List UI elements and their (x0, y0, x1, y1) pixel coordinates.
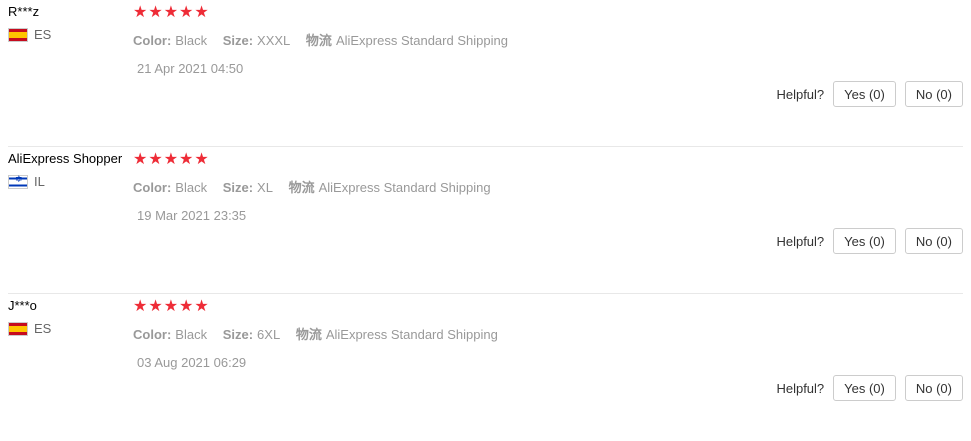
sku-info: Color: Black Size: XL 物流 AliExpress Standar… (133, 177, 503, 196)
star-icon: ★ (133, 4, 148, 21)
review-item: AliExpress Shopper IL ★ ★ ★ ★ ★ Color:Bl… (8, 147, 963, 294)
reviewer-info: J***o ES (8, 298, 133, 336)
star-icon: ★ (163, 298, 179, 315)
review-date: 21 Apr 2021 04:50 (137, 61, 244, 76)
size-value: 6XL (257, 327, 281, 342)
helpful-controls: Helpful? Yes (0) No (0) (776, 81, 963, 107)
sku-info: Color: Black Size: XXXL 物流 AliExpress Stand… (133, 30, 520, 49)
review-feedback: ★ ★ ★ ★ ★ Color: Black Size: 6XL 物流 AliExpr… (133, 294, 510, 370)
color-value: Black (175, 327, 208, 342)
review-item: J***o ES ★ ★ ★ ★ ★ Color: Black Size: 6XL … (8, 294, 963, 441)
reviewer-info: R***z ES (8, 4, 133, 42)
star-icon: ★ (148, 4, 163, 21)
review-feedback: ★ ★ ★ ★ ★ Color: Black Size: XL 物流 AliExpre… (133, 147, 503, 223)
logistics-value: AliExpress Standard Shipping (335, 33, 508, 48)
country-code: ES (34, 27, 52, 42)
sku-info: Color: Black Size: 6XL 物流 AliExpress Standa… (133, 324, 510, 343)
logistics-label: 物流 (295, 327, 322, 342)
star-icon: ★ (148, 298, 163, 315)
star-icon: ★ (194, 298, 209, 315)
reviewer-name: AliExpress Shopper (8, 151, 123, 166)
star-icon: ★ (179, 4, 194, 21)
country-code: ES (34, 321, 52, 336)
star-icon: ★ (194, 4, 209, 21)
reviewer-country: ES (8, 321, 133, 336)
star-icon: ★ (133, 151, 148, 168)
logistics-label: 物流 (305, 33, 332, 48)
logistics-value: AliExpress Standard Shipping (318, 180, 491, 195)
helpful-yes-button[interactable]: Yes (0) (833, 228, 896, 254)
star-icon: ★ (133, 298, 148, 315)
spain-flag-icon (8, 27, 28, 42)
review-feedback: ★ ★ ★ ★ ★ Color: Black Size: XXXL 物流 AliExp… (133, 0, 520, 76)
star-rating: ★ ★ ★ ★ ★ (133, 4, 520, 22)
star-icon: ★ (179, 151, 194, 168)
color-value: Black (175, 180, 208, 195)
size-label: Size: (222, 33, 254, 48)
review-date: 03 Aug 2021 06:29 (137, 355, 247, 370)
helpful-no-button[interactable]: No (0) (904, 228, 963, 254)
helpful-controls: Helpful? Yes (0) No (0) (776, 375, 963, 401)
logistics-label: 物流 (288, 180, 315, 195)
star-icon: ★ (163, 4, 179, 21)
review-date: 19 Mar 2021 23:35 (137, 208, 247, 223)
star-icon: ★ (163, 151, 179, 168)
size-label: Size: (222, 180, 254, 195)
helpful-no-button[interactable]: No (0) (904, 375, 963, 401)
spain-flag-icon (8, 321, 28, 336)
helpful-no-button[interactable]: No (0) (904, 81, 963, 107)
star-rating: ★ ★ ★ ★ ★ (133, 298, 510, 316)
israel-flag-icon (8, 174, 28, 189)
review-item: R***z ES ★ ★ ★ ★ ★ Color: Black Size: XXXL… (8, 0, 963, 147)
helpful-label: Helpful? (776, 380, 825, 396)
helpful-controls: Helpful? Yes (0) No (0) (776, 228, 963, 254)
reviewer-name: J***o (8, 298, 37, 313)
color-label: Color: (133, 327, 172, 342)
reviewer-info: AliExpress Shopper IL (8, 151, 133, 189)
helpful-yes-button[interactable]: Yes (0) (833, 375, 896, 401)
helpful-yes-button[interactable]: Yes (0) (833, 81, 896, 107)
star-rating: ★ ★ ★ ★ ★ (133, 151, 503, 169)
reviewer-country: ES (8, 27, 133, 42)
reviewer-name: R***z (8, 4, 40, 19)
size-label: Size: (222, 327, 254, 342)
helpful-label: Helpful? (776, 86, 825, 102)
star-icon: ★ (148, 151, 163, 168)
helpful-label: Helpful? (776, 233, 825, 249)
size-value: XXXL (257, 33, 291, 48)
reviewer-country: IL (8, 174, 133, 189)
star-icon: ★ (194, 151, 209, 168)
size-value: XL (257, 180, 273, 195)
logistics-value: AliExpress Standard Shipping (325, 327, 498, 342)
color-label: Color: (133, 180, 172, 195)
color-label: Color: (133, 33, 172, 48)
color-value: Black (175, 33, 208, 48)
country-code: IL (34, 174, 45, 189)
star-icon: ★ (179, 298, 194, 315)
review-list: R***z ES ★ ★ ★ ★ ★ Color: Black Size: XXXL… (0, 0, 971, 441)
